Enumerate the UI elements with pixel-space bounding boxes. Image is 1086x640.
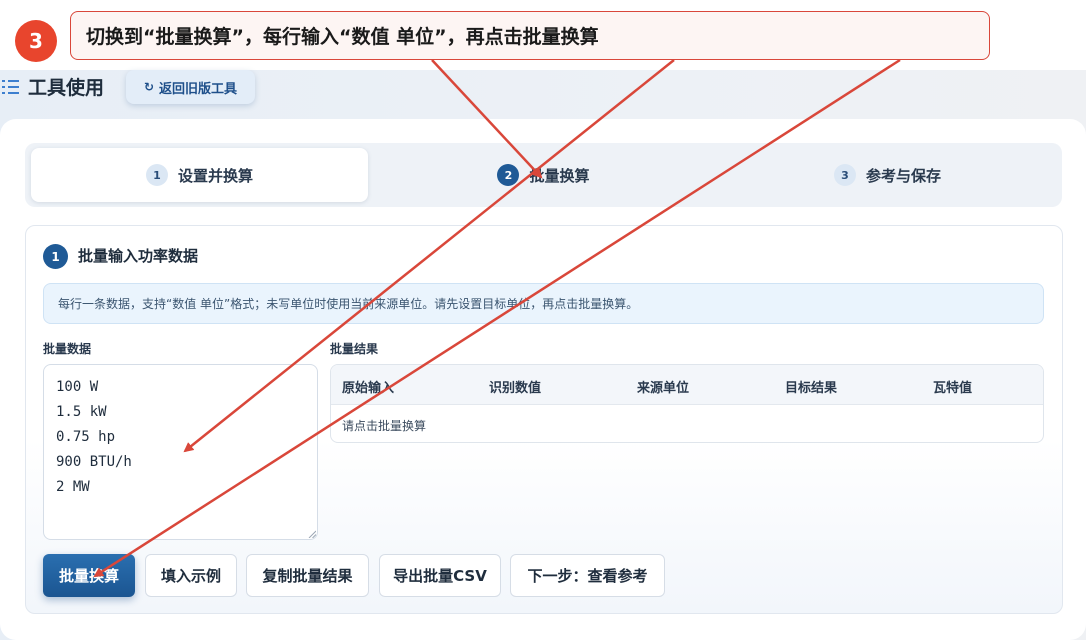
resize-handle-icon[interactable] <box>308 530 316 538</box>
tab-label: 参考与保存 <box>865 166 941 185</box>
fill-example-button[interactable]: 填入示例 <box>145 554 237 597</box>
screenshot-stage: 工具使用 ↻ 返回旧版工具 1 设置并换算 2 批量换算 3 参考与保存 1 批… <box>0 0 1086 640</box>
batch-convert-button[interactable]: 批量换算 <box>43 554 135 597</box>
column-header: 识别数值 <box>489 381 542 396</box>
return-old-tool-button[interactable]: ↻ 返回旧版工具 <box>126 70 255 104</box>
section-number: 1 <box>43 244 68 269</box>
batch-line: 1.5 kW <box>56 404 107 420</box>
copy-results-button[interactable]: 复制批量结果 <box>246 554 369 597</box>
column-header: 来源单位 <box>637 381 690 396</box>
callout-text: 切换到“批量换算”，每行输入“数值 单位”，再点击批量换算 <box>86 26 599 48</box>
hint-banner: 每行一条数据，支持“数值 单位”格式；未写单位时使用当前来源单位。请先设置目标单… <box>43 283 1044 324</box>
column-header: 原始输入 <box>342 381 395 396</box>
refresh-icon: ↻ <box>143 80 155 94</box>
batch-data-textarea[interactable]: 100 W 1.5 kW 0.75 hp 900 BTU/h 2 MW <box>43 364 318 540</box>
step-tabs: 1 设置并换算 2 批量换算 3 参考与保存 <box>25 143 1062 207</box>
tab-number: 3 <box>833 164 856 186</box>
tab-batch-convert[interactable]: 2 批量换算 <box>375 148 712 202</box>
column-header: 瓦特值 <box>933 381 973 396</box>
batch-input-label: 批量数据 <box>43 342 92 356</box>
tab-number: 1 <box>145 164 168 186</box>
tab-reference-save[interactable]: 3 参考与保存 <box>719 148 1056 202</box>
page-title: 工具使用 <box>28 77 105 99</box>
export-csv-button[interactable]: 导出批量CSV <box>379 554 501 597</box>
hint-text: 每行一条数据，支持“数值 单位”格式；未写单位时使用当前来源单位。请先设置目标单… <box>58 297 639 311</box>
column-header: 目标结果 <box>785 381 838 396</box>
instruction-callout: 切换到“批量换算”，每行输入“数值 单位”，再点击批量换算 <box>70 11 990 60</box>
batch-line: 2 MW <box>56 479 90 495</box>
section-title: 批量输入功率数据 <box>78 247 199 265</box>
step-badge: 3 <box>15 20 57 62</box>
results-header-row: 原始输入 识别数值 来源单位 目标结果 瓦特值 <box>331 365 1043 405</box>
results-empty-message: 请点击批量换算 <box>342 419 427 433</box>
tab-label: 设置并换算 <box>177 166 253 185</box>
tab-number: 2 <box>497 164 520 186</box>
batch-results-table: 原始输入 识别数值 来源单位 目标结果 瓦特值 请点击批量换算 <box>330 364 1044 443</box>
tab-settings-convert[interactable]: 1 设置并换算 <box>31 148 368 202</box>
tab-label: 批量换算 <box>529 166 590 185</box>
next-step-button[interactable]: 下一步：查看参考 <box>510 554 665 597</box>
list-icon[interactable] <box>2 79 19 97</box>
batch-line: 0.75 hp <box>56 429 116 445</box>
batch-line: 900 BTU/h <box>56 454 132 470</box>
batch-line: 100 W <box>56 379 99 395</box>
return-old-tool-label: 返回旧版工具 <box>159 81 238 97</box>
batch-results-label: 批量结果 <box>330 342 379 356</box>
